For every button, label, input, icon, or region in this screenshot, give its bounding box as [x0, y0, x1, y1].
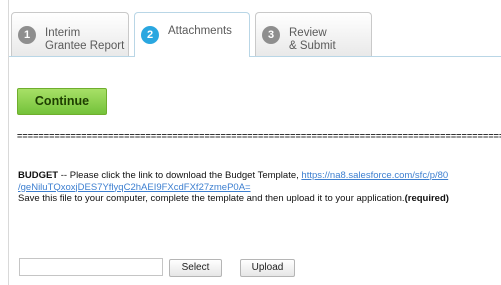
file-path-field[interactable]: [19, 258, 163, 276]
tab-interim-grantee-report[interactable]: 1 Interim Grantee Report: [11, 12, 129, 56]
required-label: (required): [404, 193, 449, 204]
budget-template-link[interactable]: https://na8.salesforce.com/sfc/p/80: [301, 170, 448, 181]
continue-button[interactable]: Continue: [17, 88, 107, 115]
tab-label-interim-grantee-report: Interim Grantee Report: [45, 27, 125, 52]
wizard-tabs: 1 Interim Grantee Report 2 Attachments 3…: [9, 0, 501, 57]
budget-template-link-continued[interactable]: /geNiluTQxoxjDES7YflyqC2hAEI9FXcdFXf27zm…: [18, 182, 251, 193]
tab-review-submit[interactable]: 3 Review & Submit: [255, 12, 372, 56]
budget-heading: BUDGET: [18, 170, 59, 181]
budget-instruction-text: -- Please click the link to download the…: [58, 170, 302, 181]
select-file-button[interactable]: Select: [169, 259, 222, 277]
tab-label-attachments: Attachments: [168, 25, 232, 37]
upload-button[interactable]: Upload: [240, 259, 295, 277]
step-number-3: 3: [262, 26, 280, 44]
application-frame: 1 Interim Grantee Report 2 Attachments 3…: [8, 0, 501, 285]
step-number-2: 2: [141, 26, 159, 44]
budget-instructions: BUDGET -- Please click the link to downl…: [18, 170, 501, 205]
step-number-1: 1: [18, 26, 36, 44]
separator-line: ========================================…: [17, 131, 501, 141]
tab-content-attachments: Continue ===============================…: [9, 57, 501, 285]
tab-attachments[interactable]: 2 Attachments: [134, 12, 250, 57]
tab-label-review-submit: Review & Submit: [289, 27, 336, 52]
save-instruction-text: Save this file to your computer, complet…: [18, 193, 405, 204]
